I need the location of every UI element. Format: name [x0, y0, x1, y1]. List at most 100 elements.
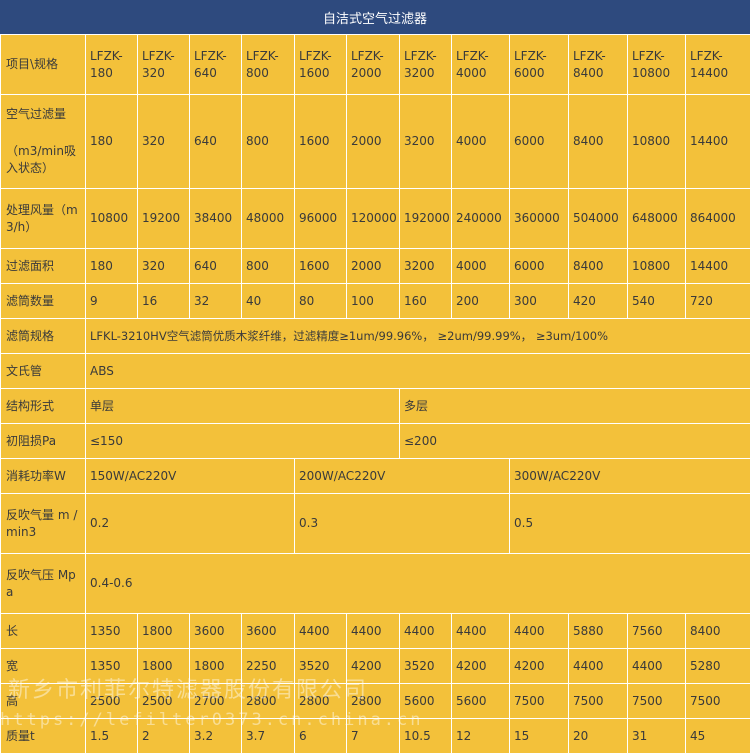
cell: 2800 — [295, 684, 347, 719]
header-row: 项目\规格 LFZK-180 LFZK-320 LFZK-640 LFZK-80… — [1, 35, 750, 95]
cell: 4400 — [569, 649, 628, 684]
cell: 19200 — [138, 189, 190, 249]
row-power: 消耗功率W 150W/AC220V 200W/AC220V 300W/AC220… — [1, 459, 750, 494]
header-model: LFZK-6000 — [510, 35, 569, 95]
row-label: 质量t — [1, 719, 86, 754]
row-blowback-pressure: 反吹气压 Mpa 0.4-0.6 — [1, 554, 750, 614]
cell: 32 — [190, 284, 242, 319]
cell: 800 — [242, 95, 295, 189]
cell: 120000 — [347, 189, 400, 249]
cell: 504000 — [569, 189, 628, 249]
cell: 12 — [452, 719, 510, 754]
cell: 6000 — [510, 95, 569, 189]
table-title: 自洁式空气过滤器 — [0, 0, 750, 34]
row-label: 反吹气压 Mpa — [1, 554, 86, 614]
cell: 7500 — [628, 684, 686, 719]
cell: ABS — [86, 354, 750, 389]
cell: 96000 — [295, 189, 347, 249]
cell: 1.5 — [86, 719, 138, 754]
row-label: 反吹气量 m /min3 — [1, 494, 86, 554]
cell: 360000 — [510, 189, 569, 249]
cell: 160 — [400, 284, 452, 319]
row-cartridge-spec: 滤筒规格 LFKL-3210HV空气滤筒优质木浆纤维，过滤精度≥1um/99.9… — [1, 319, 750, 354]
row-label: 处理风量（m3/h） — [1, 189, 86, 249]
header-model: LFZK-800 — [242, 35, 295, 95]
cell: 1600 — [295, 249, 347, 284]
cell: ≤150 — [86, 424, 400, 459]
row-air-volume: 空气过滤量 （m3/min吸入状态） 180 320 640 800 1600 … — [1, 95, 750, 189]
cell: 4200 — [452, 649, 510, 684]
row-length: 长 1350 1800 3600 3600 4400 4400 4400 440… — [1, 614, 750, 649]
cell: 10800 — [628, 249, 686, 284]
header-model: LFZK-3200 — [400, 35, 452, 95]
cell: 2800 — [242, 684, 295, 719]
row-label: 空气过滤量 （m3/min吸入状态） — [1, 95, 86, 189]
cell: ≤200 — [400, 424, 750, 459]
cell: 40 — [242, 284, 295, 319]
cell: 2000 — [347, 95, 400, 189]
header-model: LFZK-1600 — [295, 35, 347, 95]
cell: 3200 — [400, 249, 452, 284]
cell: 5280 — [686, 649, 750, 684]
cell: 4400 — [295, 614, 347, 649]
cell: 2250 — [242, 649, 295, 684]
cell: 0.4-0.6 — [86, 554, 750, 614]
cell: 640 — [190, 95, 242, 189]
cell: 4200 — [510, 649, 569, 684]
cell: 0.3 — [295, 494, 510, 554]
cell: 7500 — [686, 684, 750, 719]
cell: 5600 — [452, 684, 510, 719]
cell: 0.5 — [510, 494, 750, 554]
cell: 45 — [686, 719, 750, 754]
cell: 2700 — [190, 684, 242, 719]
cell: 720 — [686, 284, 750, 319]
cell: 2500 — [138, 684, 190, 719]
cell: 4400 — [400, 614, 452, 649]
cell: 800 — [242, 249, 295, 284]
cell: 7 — [347, 719, 400, 754]
header-model: LFZK-640 — [190, 35, 242, 95]
cell: 8400 — [569, 249, 628, 284]
row-label: 滤筒数量 — [1, 284, 86, 319]
cell: 6000 — [510, 249, 569, 284]
cell: 7500 — [569, 684, 628, 719]
header-model: LFZK-180 — [86, 35, 138, 95]
cell: 10.5 — [400, 719, 452, 754]
cell: 540 — [628, 284, 686, 319]
cell: 2 — [138, 719, 190, 754]
header-model: LFZK-8400 — [569, 35, 628, 95]
cell: 1600 — [295, 95, 347, 189]
cell: 3.7 — [242, 719, 295, 754]
row-label: 文氏管 — [1, 354, 86, 389]
table-title-text: 自洁式空气过滤器 — [323, 8, 427, 27]
cell: 180 — [86, 95, 138, 189]
cell: 200 — [452, 284, 510, 319]
header-model: LFZK-14400 — [686, 35, 750, 95]
header-model: LFZK-320 — [138, 35, 190, 95]
cell: 300 — [510, 284, 569, 319]
header-model: LFZK-2000 — [347, 35, 400, 95]
cell: LFKL-3210HV空气滤筒优质木浆纤维，过滤精度≥1um/99.96%， ≥… — [86, 319, 750, 354]
cell: 6 — [295, 719, 347, 754]
row-label: 长 — [1, 614, 86, 649]
row-height: 高 2500 2500 2700 2800 2800 2800 5600 560… — [1, 684, 750, 719]
cell: 20 — [569, 719, 628, 754]
row-label: 初阻损Pa — [1, 424, 86, 459]
cell: 5880 — [569, 614, 628, 649]
cell: 3600 — [190, 614, 242, 649]
cell: 9 — [86, 284, 138, 319]
cell: 150W/AC220V — [86, 459, 295, 494]
cell: 16 — [138, 284, 190, 319]
cell: 0.2 — [86, 494, 295, 554]
cell: 4400 — [628, 649, 686, 684]
row-label: 结构形式 — [1, 389, 86, 424]
cell: 14400 — [686, 95, 750, 189]
cell: 14400 — [686, 249, 750, 284]
row-label: 消耗功率W — [1, 459, 86, 494]
header-model: LFZK-10800 — [628, 35, 686, 95]
cell: 1800 — [138, 614, 190, 649]
cell: 31 — [628, 719, 686, 754]
cell: 7560 — [628, 614, 686, 649]
cell: 1800 — [138, 649, 190, 684]
cell: 4200 — [347, 649, 400, 684]
